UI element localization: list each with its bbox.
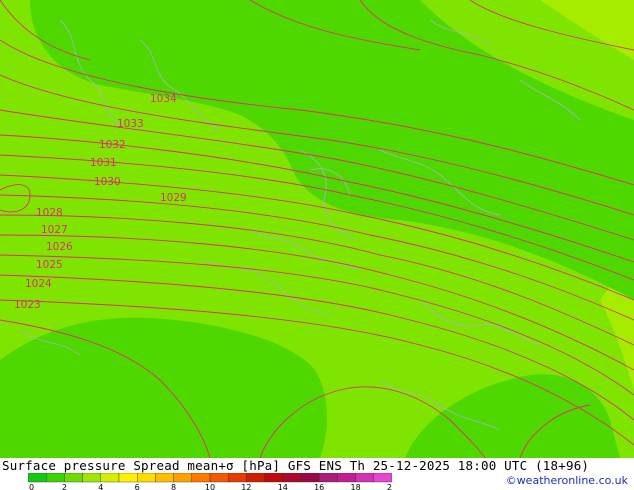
colorbar-swatch [82,473,101,483]
colorbar-swatches [28,473,392,483]
colorbar-ticks: 0 2 4 6 8 10 12 14 16 18 20 [29,483,392,490]
isobar-label: 1027 [41,224,68,236]
isobar-label: 1032 [99,139,126,151]
colorbar-swatch [373,473,392,483]
colorbar-swatch [227,473,247,483]
isobar-label: 1029 [160,192,187,204]
colorbar-tick-label: 18 [351,483,361,490]
colorbar-tick-label: 8 [171,483,176,490]
isobar-label: 1025 [36,259,63,271]
colorbar-swatch [246,473,265,483]
colorbar-swatch [264,473,284,483]
isobar-label: 1033 [117,118,144,130]
isobar-label: 1024 [25,278,52,290]
colorbar-swatch [355,473,375,483]
colorbar-swatch [337,473,356,483]
colorbar-swatch [28,473,47,483]
colorbar-tick-label: 10 [205,483,215,490]
colorbar-swatch [173,473,193,483]
isobar-label: 1023 [14,299,41,311]
isobar-label: 1034 [150,93,177,105]
colorbar-swatch [319,473,338,483]
colorbar: 0 2 4 6 8 10 12 14 16 18 20 [28,473,392,490]
colorbar-swatch [118,473,138,483]
colorbar-swatch [100,473,120,483]
footer: Surface pressure Spread mean+σ [hPa] GFS… [0,458,634,490]
colorbar-swatch [64,473,83,483]
colorbar-swatch [136,473,156,483]
colorbar-swatch [46,473,65,483]
colorbar-tick-label: 16 [314,483,324,490]
pressure-spread-map: 1034 1033 1032 1031 1030 1029 1028 1027 … [0,0,634,458]
colorbar-swatch [155,473,174,483]
credit-link[interactable]: ©weatheronline.co.uk [506,474,628,487]
colorbar-tick-label: 2 [62,483,67,490]
colorbar-tick-label: 14 [278,483,288,490]
colorbar-tick-label: 4 [98,483,103,490]
isobar-label: 1031 [90,157,117,169]
colorbar-swatch [191,473,211,483]
colorbar-tick-label: 6 [135,483,140,490]
colorbar-tick-label: 0 [29,483,34,490]
colorbar-swatch [300,473,320,483]
colorbar-swatch [209,473,229,483]
map-title: Surface pressure Spread mean+σ [hPa] GFS… [2,458,590,473]
colorbar-swatch [282,473,302,483]
isobar-label: 1026 [46,241,73,253]
colorbar-tick-label: 20 [387,483,392,490]
colorbar-tick-label: 12 [241,483,251,490]
isobar-label: 1028 [36,207,63,219]
isobar-label: 1030 [94,176,121,188]
